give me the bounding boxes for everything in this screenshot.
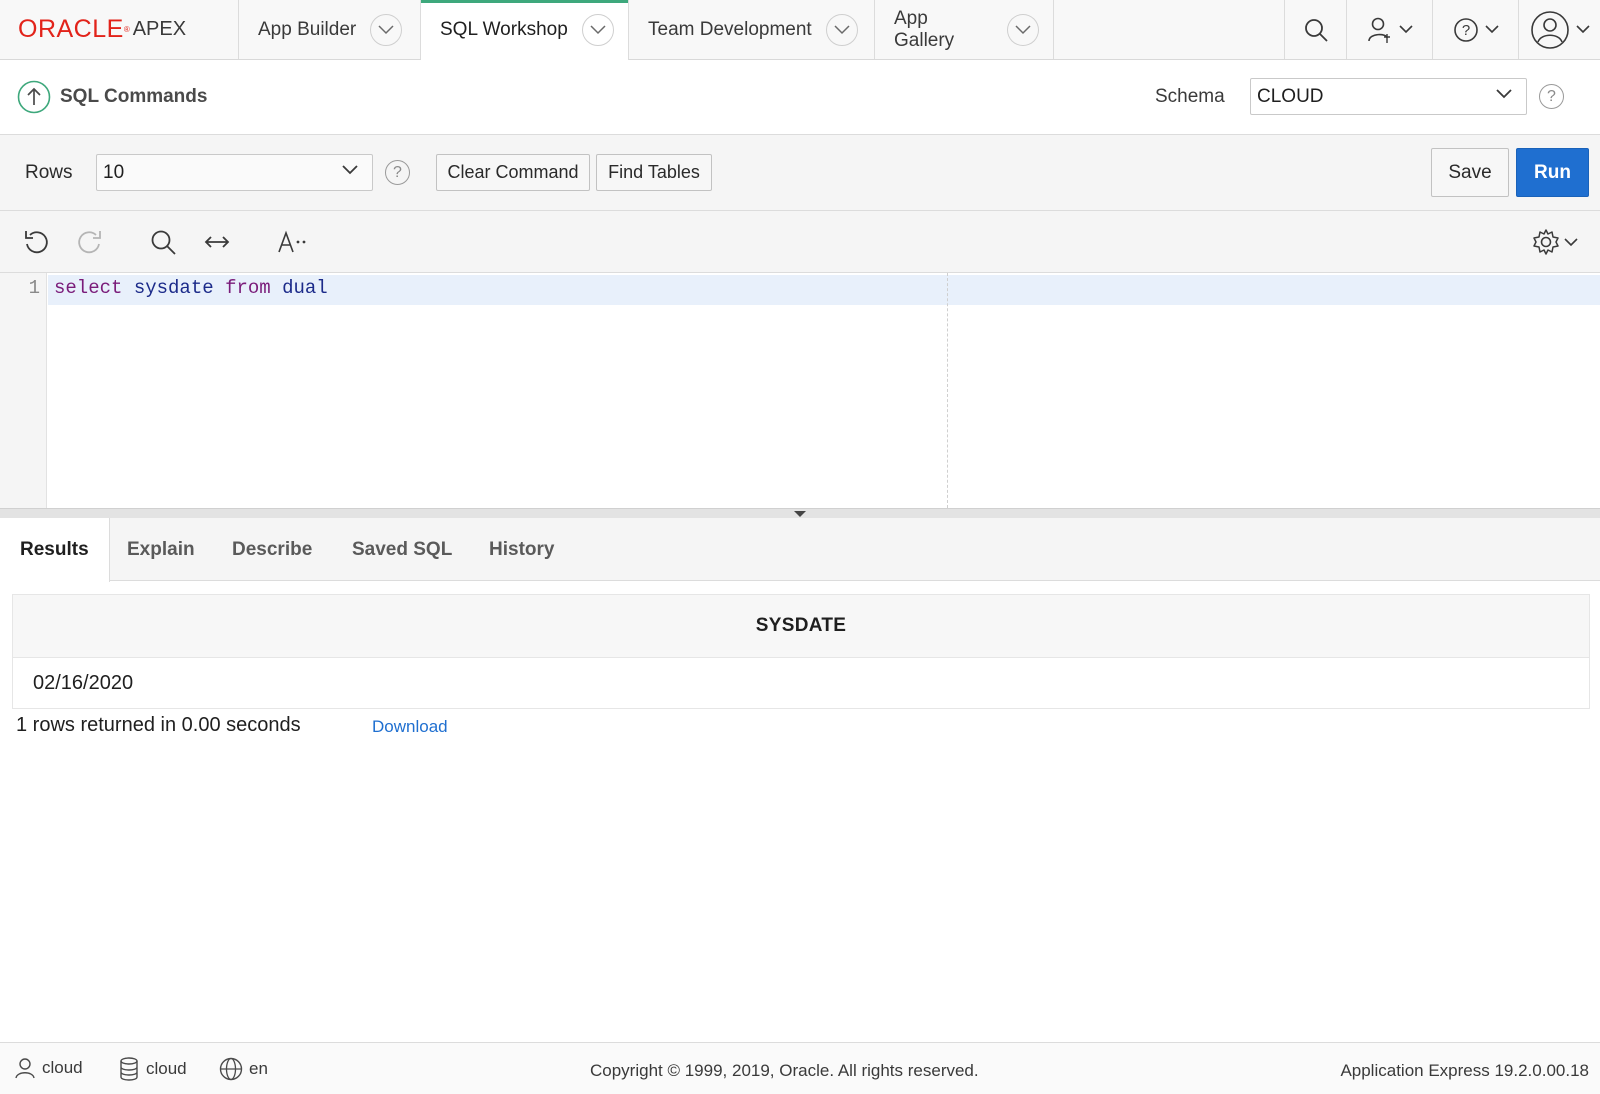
rows-help-icon[interactable]: ? <box>385 160 410 185</box>
chevron-down-icon[interactable] <box>1007 13 1039 46</box>
user-avatar-icon <box>1530 10 1569 49</box>
rows-returned-message: 1 rows returned in 0.00 seconds <box>16 714 301 736</box>
gear-icon <box>1533 229 1559 255</box>
page-title-wrap: SQL Commands <box>17 80 207 114</box>
chevron-down-icon <box>1575 25 1590 34</box>
nav-tab-label: Team Development <box>648 18 812 40</box>
copyright-text: Copyright © 1999, 2019, Oracle. All righ… <box>590 1061 979 1080</box>
print-margin <box>947 273 948 508</box>
tab-results[interactable]: Results <box>0 518 110 582</box>
search-button[interactable] <box>1284 0 1346 59</box>
editor-gutter: 1 <box>0 273 47 508</box>
results-table: SYSDATE 02/16/2020 <box>12 594 1590 709</box>
rows-label: Rows <box>25 162 73 183</box>
chevron-down-icon <box>1564 238 1578 247</box>
footer-user: cloud <box>14 1057 83 1079</box>
footer-workspace-label: cloud <box>146 1059 187 1078</box>
clear-command-button[interactable]: Clear Command <box>436 154 590 191</box>
chevron-down-icon <box>1496 89 1512 99</box>
svg-text:?: ? <box>1461 22 1469 39</box>
tab-describe[interactable]: Describe <box>232 518 312 581</box>
nav-tab-label: App Builder <box>258 18 357 40</box>
command-toolbar: Rows 10 ? Clear Command Find Tables Save… <box>0 135 1600 211</box>
schema-label: Schema <box>1155 86 1225 107</box>
code-token-identifier: dual <box>282 277 328 299</box>
footer-user-label: cloud <box>42 1058 83 1077</box>
help-icon: ? <box>1453 17 1478 42</box>
chevron-down-icon[interactable] <box>370 13 403 46</box>
nav-tab-label: SQL Workshop <box>440 19 568 40</box>
schema-select[interactable]: CLOUD <box>1250 78 1527 115</box>
editor-results-splitter[interactable] <box>0 508 1600 518</box>
redo-button[interactable] <box>76 228 104 261</box>
chevron-down-icon <box>1484 25 1499 34</box>
nav-tab-team-development[interactable]: Team Development <box>629 0 875 59</box>
help-menu-button[interactable]: ? <box>1432 0 1518 59</box>
nav-tab-label: App Gallery <box>894 7 955 51</box>
editor-toolbar <box>0 211 1600 273</box>
column-header-sysdate[interactable]: SYSDATE <box>13 595 1589 658</box>
nav-tab-sql-workshop[interactable]: SQL Workshop <box>421 0 629 60</box>
run-button[interactable]: Run <box>1516 148 1589 197</box>
sql-editor[interactable]: 1 select sysdate from dual <box>0 273 1600 508</box>
collapse-triangle-icon[interactable] <box>794 511 806 517</box>
globe-icon <box>219 1057 243 1081</box>
rows-select[interactable]: 10 <box>96 154 373 191</box>
page-header: SQL Commands Schema CLOUD ? <box>0 60 1600 135</box>
chevron-down-icon <box>1398 25 1413 34</box>
code-token-keyword: select <box>54 277 123 299</box>
nav-tab-app-builder[interactable]: App Builder <box>239 0 421 59</box>
save-button[interactable]: Save <box>1431 148 1509 197</box>
chevron-down-icon[interactable] <box>825 13 858 46</box>
results-tabs: Results Explain Describe Saved SQL Histo… <box>0 518 1600 582</box>
sql-code-line[interactable]: select sysdate from dual <box>54 277 328 299</box>
find-tables-button[interactable]: Find Tables <box>596 154 712 191</box>
user-admin-icon <box>1367 17 1390 43</box>
oracle-apex-logo[interactable]: ORACLE ® APEX <box>0 0 239 59</box>
schema-help-icon[interactable]: ? <box>1539 84 1564 109</box>
redo-icon <box>78 231 101 254</box>
line-number: 1 <box>28 277 40 299</box>
footer: cloud cloud en Copyright © 1999, 2019, O… <box>0 1042 1600 1094</box>
undo-button[interactable] <box>22 228 50 261</box>
search-icon <box>151 230 176 255</box>
nav-tab-app-gallery[interactable]: App Gallery <box>875 0 1054 59</box>
top-navigation: ORACLE ® APEX App Builder SQL Workshop Te… <box>0 0 1600 60</box>
oracle-wordmark: ORACLE <box>18 15 124 43</box>
font-size-button[interactable] <box>277 228 309 261</box>
chevron-down-icon[interactable] <box>581 14 614 46</box>
apex-wordmark: APEX <box>132 18 187 40</box>
footer-language[interactable]: en <box>219 1057 268 1081</box>
code-token-keyword: from <box>225 277 271 299</box>
database-icon <box>120 1057 138 1081</box>
version-text: Application Express 19.2.0.00.18 <box>1340 1061 1589 1080</box>
toggle-wrap-button[interactable] <box>203 228 231 261</box>
user-icon <box>15 1058 35 1079</box>
administration-menu-button[interactable] <box>1346 0 1432 59</box>
table-cell: 02/16/2020 <box>33 671 134 694</box>
registered-mark: ® <box>123 25 130 34</box>
tab-history[interactable]: History <box>489 518 554 581</box>
page-title: SQL Commands <box>60 86 208 107</box>
footer-language-label: en <box>249 1059 268 1078</box>
footer-workspace: cloud <box>118 1057 187 1081</box>
code-token-identifier: sysdate <box>133 277 214 299</box>
download-link[interactable]: Download <box>372 717 448 737</box>
user-menu-button[interactable] <box>1518 0 1600 59</box>
search-icon <box>1304 18 1328 42</box>
editor-settings-button[interactable] <box>1532 228 1578 261</box>
schema-select-value: CLOUD <box>1257 86 1324 107</box>
chevron-down-icon <box>342 165 358 175</box>
undo-icon <box>25 231 48 254</box>
find-button[interactable] <box>149 228 177 261</box>
horizontal-arrows-icon <box>204 236 230 248</box>
upload-arrow-circle-icon <box>17 80 51 114</box>
tab-saved-sql[interactable]: Saved SQL <box>352 518 452 581</box>
tab-explain[interactable]: Explain <box>127 518 195 581</box>
font-size-icon <box>278 230 306 253</box>
rows-select-value: 10 <box>103 162 125 183</box>
